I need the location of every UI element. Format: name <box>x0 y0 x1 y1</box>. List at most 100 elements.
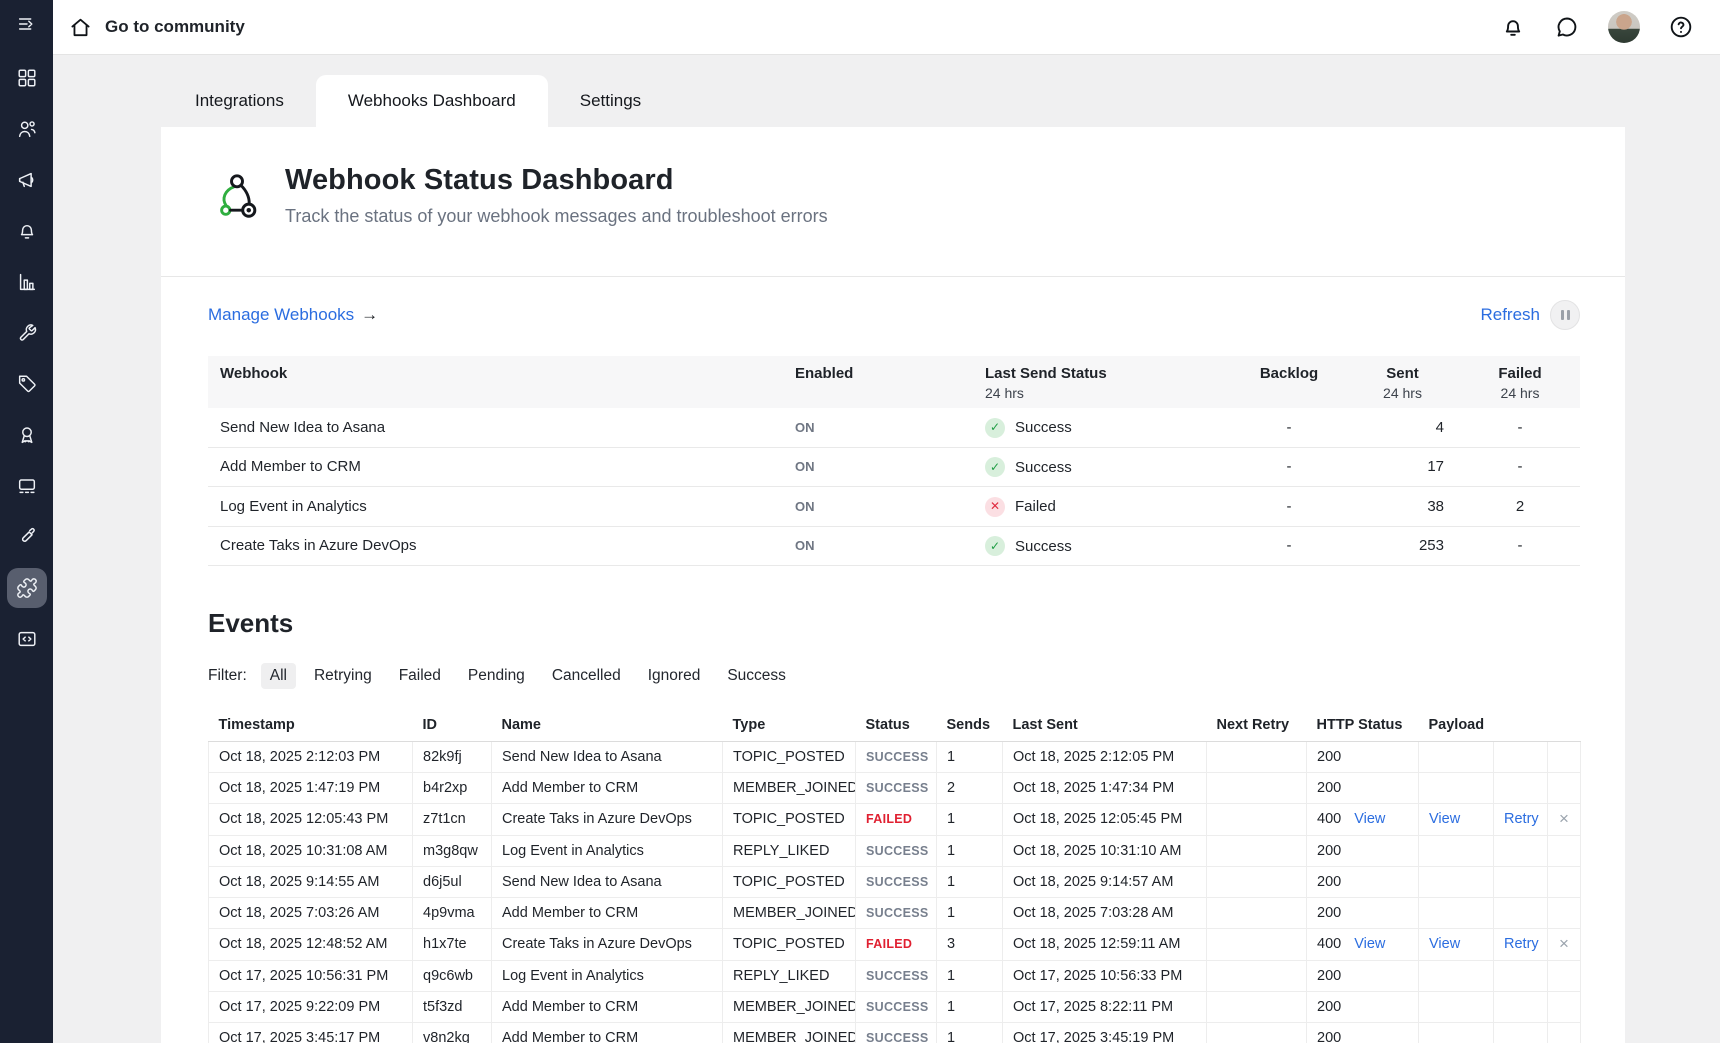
event-retry-cell: Retry <box>1494 928 1548 960</box>
sidebar-toggle-icon[interactable] <box>16 13 38 35</box>
events-heading: Events <box>208 608 1580 639</box>
event-sends: 1 <box>937 803 1003 835</box>
event-next-retry <box>1207 897 1307 928</box>
view-payload-link[interactable]: View <box>1429 936 1460 952</box>
help-icon[interactable] <box>1668 14 1694 40</box>
event-name: Add Member to CRM <box>492 991 723 1022</box>
view-response-link[interactable]: View <box>1354 811 1385 827</box>
webhook-name: Create Taks in Azure DevOps <box>208 526 783 566</box>
column-header: Next Retry <box>1207 710 1307 741</box>
event-name: Log Event in Analytics <box>492 835 723 866</box>
pause-button[interactable] <box>1550 300 1580 330</box>
paintbrush-icon[interactable] <box>16 526 38 548</box>
webhook-failed: - <box>1460 408 1580 447</box>
tab-settings[interactable]: Settings <box>548 75 673 127</box>
event-timestamp: Oct 17, 2025 9:22:09 PM <box>209 991 413 1022</box>
column-header <box>1548 710 1581 741</box>
dashboard-grid-icon[interactable] <box>16 67 38 89</box>
tab-integrations[interactable]: Integrations <box>163 75 316 127</box>
tab-webhooks-dashboard[interactable]: Webhooks Dashboard <box>316 75 548 127</box>
event-payload <box>1419 772 1494 803</box>
filter-ignored[interactable]: Ignored <box>639 663 710 689</box>
members-icon[interactable] <box>16 118 38 140</box>
event-row: Oct 18, 2025 2:12:03 PM82k9fjSend New Id… <box>209 741 1581 772</box>
filter-all[interactable]: All <box>261 663 296 689</box>
event-status: SUCCESS <box>866 781 929 795</box>
webhook-failed: - <box>1460 526 1580 566</box>
event-name: Add Member to CRM <box>492 1022 723 1043</box>
column-header: Last Send Status24 hrs <box>973 356 1233 408</box>
event-payload <box>1419 741 1494 772</box>
megaphone-icon[interactable] <box>16 169 38 191</box>
code-icon[interactable] <box>16 628 38 650</box>
event-name: Add Member to CRM <box>492 772 723 803</box>
filter-pending[interactable]: Pending <box>459 663 534 689</box>
event-type: MEMBER_JOINED <box>723 772 856 803</box>
check-icon: ✓ <box>985 457 1005 477</box>
event-sends: 1 <box>937 960 1003 991</box>
event-dismiss-cell <box>1548 866 1581 897</box>
events-filter-row: Filter: AllRetryingFailedPendingCancelle… <box>208 663 1580 689</box>
webhook-backlog: - <box>1233 408 1345 447</box>
webhook-row: Add Member to CRMON✓Success-17- <box>208 447 1580 487</box>
column-header: Failed24 hrs <box>1460 356 1580 408</box>
analytics-icon[interactable] <box>16 271 38 293</box>
webhook-enabled: ON <box>795 538 815 553</box>
filter-retrying[interactable]: Retrying <box>305 663 381 689</box>
column-header: Backlog <box>1233 356 1345 408</box>
app: Go to community Integrations Webhooks Da… <box>0 0 1720 1043</box>
event-dismiss-cell <box>1548 772 1581 803</box>
bell-icon[interactable] <box>1500 14 1526 40</box>
view-payload-link[interactable]: View <box>1429 811 1460 827</box>
event-last-sent: Oct 18, 2025 2:12:05 PM <box>1003 741 1207 772</box>
event-type: MEMBER_JOINED <box>723 1022 856 1043</box>
filter-failed[interactable]: Failed <box>390 663 450 689</box>
event-row: Oct 18, 2025 10:31:08 AMm3g8qwLog Event … <box>209 835 1581 866</box>
event-next-retry <box>1207 991 1307 1022</box>
refresh-link[interactable]: Refresh <box>1480 305 1540 325</box>
chat-icon[interactable] <box>1554 14 1580 40</box>
event-payload <box>1419 835 1494 866</box>
award-icon[interactable] <box>16 424 38 446</box>
event-dismiss-cell <box>1548 897 1581 928</box>
bell-icon[interactable] <box>16 220 38 242</box>
event-type: MEMBER_JOINED <box>723 897 856 928</box>
puzzle-icon[interactable] <box>16 577 38 599</box>
retry-link[interactable]: Retry <box>1504 811 1539 827</box>
event-timestamp: Oct 18, 2025 1:47:19 PM <box>209 772 413 803</box>
webhook-enabled: ON <box>795 499 815 514</box>
filter-success[interactable]: Success <box>718 663 795 689</box>
webhook-failed: - <box>1460 447 1580 487</box>
event-timestamp: Oct 18, 2025 7:03:26 AM <box>209 897 413 928</box>
manage-webhooks-link[interactable]: Manage Webhooks <box>208 305 354 325</box>
layout-icon[interactable] <box>16 475 38 497</box>
event-next-retry <box>1207 741 1307 772</box>
webhook-last-status: ✕Failed <box>985 497 1056 517</box>
event-sends: 1 <box>937 897 1003 928</box>
event-status: SUCCESS <box>866 1000 929 1014</box>
dismiss-icon[interactable]: × <box>1559 809 1569 828</box>
avatar[interactable] <box>1608 11 1640 43</box>
column-header: Name <box>492 710 723 741</box>
event-http-status: 400View <box>1307 803 1419 835</box>
event-sends: 1 <box>937 835 1003 866</box>
event-retry-cell <box>1494 835 1548 866</box>
wrench-icon[interactable] <box>16 322 38 344</box>
event-next-retry <box>1207 866 1307 897</box>
event-name: Send New Idea to Asana <box>492 741 723 772</box>
dismiss-icon[interactable]: × <box>1559 934 1569 953</box>
event-id: t5f3zd <box>413 991 492 1022</box>
retry-link[interactable]: Retry <box>1504 936 1539 952</box>
go-to-community-link[interactable]: Go to community <box>69 16 245 39</box>
pause-icon <box>1561 310 1564 320</box>
view-response-link[interactable]: View <box>1354 936 1385 952</box>
event-sends: 3 <box>937 928 1003 960</box>
active-nav-highlight <box>7 568 47 608</box>
filter-cancelled[interactable]: Cancelled <box>543 663 630 689</box>
event-http-status: 200 <box>1307 991 1419 1022</box>
event-id: 4p9vma <box>413 897 492 928</box>
event-last-sent: Oct 18, 2025 1:47:34 PM <box>1003 772 1207 803</box>
event-row: Oct 17, 2025 9:22:09 PMt5f3zdAdd Member … <box>209 991 1581 1022</box>
event-id: 82k9fj <box>413 741 492 772</box>
tag-icon[interactable] <box>16 373 38 395</box>
